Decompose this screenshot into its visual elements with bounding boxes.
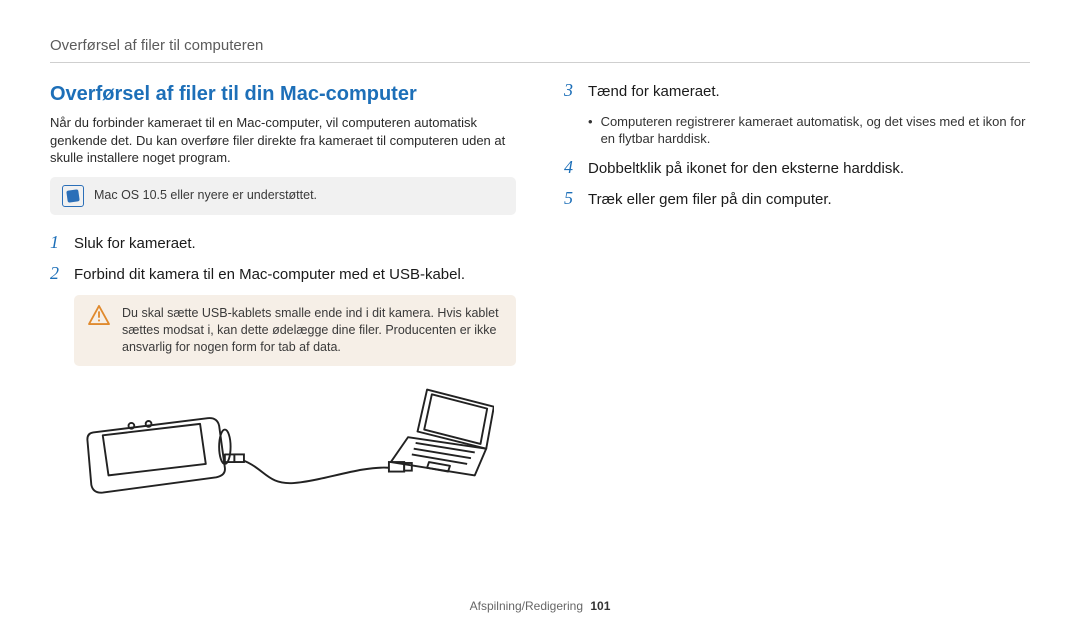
step-number: 3 <box>564 81 578 102</box>
step-text: Forbind dit kamera til en Mac-computer m… <box>74 264 465 285</box>
step-5: 5 Træk eller gem filer på din computer. <box>564 189 1030 210</box>
step-number: 4 <box>564 158 578 179</box>
note-icon <box>62 185 84 207</box>
bullet-dot-icon: • <box>588 113 593 148</box>
step-number: 1 <box>50 233 64 254</box>
left-column: Overførsel af filer til din Mac-computer… <box>50 81 516 509</box>
manual-page: Overførsel af filer til computeren Overf… <box>0 0 1080 630</box>
note-text: Mac OS 10.5 eller nyere er understøttet. <box>94 187 317 204</box>
step-text: Træk eller gem filer på din computer. <box>588 189 832 210</box>
section-title: Overførsel af filer til din Mac-computer <box>50 81 516 108</box>
intro-paragraph: Når du forbinder kameraet til en Mac-com… <box>50 114 516 167</box>
page-number: 101 <box>590 599 610 613</box>
step-2: 2 Forbind dit kamera til en Mac-computer… <box>50 264 516 285</box>
content-columns: Overførsel af filer til din Mac-computer… <box>50 81 1030 509</box>
step-3: 3 Tænd for kameraet. <box>564 81 1030 102</box>
note-box: Mac OS 10.5 eller nyere er understøttet. <box>50 177 516 215</box>
right-column: 3 Tænd for kameraet. • Computeren regist… <box>564 81 1030 509</box>
step-1: 1 Sluk for kameraet. <box>50 233 516 254</box>
footer-section-label: Afspilning/Redigering <box>470 599 583 613</box>
warning-text: Du skal sætte USB-kablets smalle ende in… <box>122 305 502 356</box>
page-footer: Afspilning/Redigering 101 <box>0 598 1080 614</box>
step-text: Tænd for kameraet. <box>588 81 720 102</box>
breadcrumb: Overførsel af filer til computeren <box>50 36 1030 63</box>
step-text: Sluk for kameraet. <box>74 233 196 254</box>
step-3-bullet: • Computeren registrerer kameraet automa… <box>588 113 1030 148</box>
step-text: Dobbeltklik på ikonet for den eksterne h… <box>588 158 904 179</box>
left-steps: 1 Sluk for kameraet. 2 Forbind dit kamer… <box>50 233 516 286</box>
step-number: 5 <box>564 189 578 210</box>
warning-icon <box>88 305 110 325</box>
right-steps: 3 Tænd for kameraet. • Computeren regist… <box>564 81 1030 210</box>
step-4: 4 Dobbeltklik på ikonet for den eksterne… <box>564 158 1030 179</box>
step-number: 2 <box>50 264 64 285</box>
connection-diagram <box>74 380 516 509</box>
step-3-bullet-text: Computeren registrerer kameraet automati… <box>601 113 1030 148</box>
warning-box: Du skal sætte USB-kablets smalle ende in… <box>74 295 516 366</box>
